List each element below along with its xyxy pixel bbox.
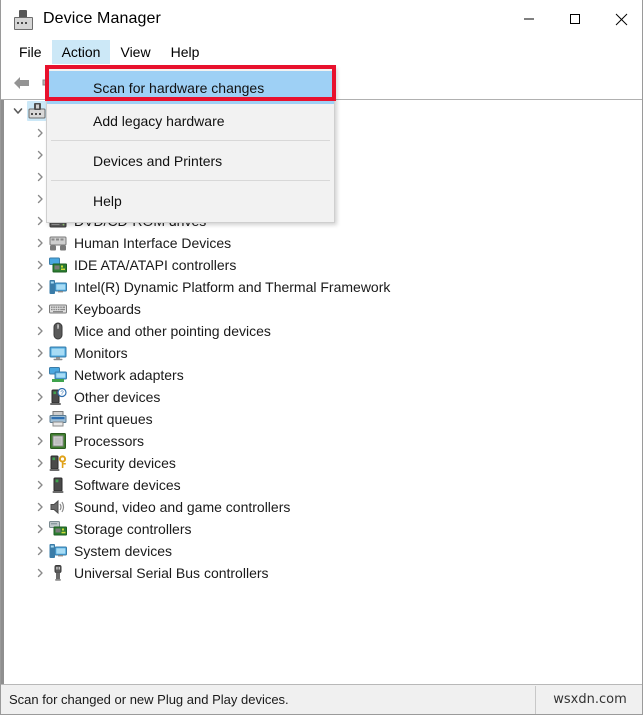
tree-row[interactable]: Security devices <box>1 452 642 474</box>
chevron-right-icon[interactable] <box>31 234 49 252</box>
minimize-button[interactable] <box>506 0 552 38</box>
tree-item-label: Software devices <box>74 477 181 493</box>
status-bar: Scan for changed or new Plug and Play de… <box>1 684 642 714</box>
root-icon-highlight <box>27 101 47 121</box>
tree-row[interactable]: Keyboards <box>1 298 642 320</box>
panel-left-edge <box>1 100 4 684</box>
chevron-down-icon[interactable] <box>9 102 27 120</box>
tree-row[interactable]: Intel(R) Dynamic Platform and Thermal Fr… <box>1 276 642 298</box>
tree-item-label: Sound, video and game controllers <box>74 499 291 515</box>
tree-row[interactable]: Software devices <box>1 474 642 496</box>
chevron-right-icon[interactable] <box>31 564 49 582</box>
mouse-icon <box>49 322 67 340</box>
chevron-right-icon[interactable] <box>31 432 49 450</box>
back-arrow-icon[interactable] <box>9 70 35 96</box>
menu-file[interactable]: File <box>9 40 52 64</box>
tree-item-label: Network adapters <box>74 367 184 383</box>
watermark: wsxdn.com <box>553 692 627 707</box>
menu-item-scan-for-hardware-changes[interactable]: Scan for hardware changes <box>47 71 334 104</box>
chevron-right-icon[interactable] <box>31 388 49 406</box>
tree-item-label: Universal Serial Bus controllers <box>74 565 269 581</box>
tree-item-label: Print queues <box>74 411 153 427</box>
tree-row[interactable]: Mice and other pointing devices <box>1 320 642 342</box>
title-bar: Device Manager <box>1 0 642 38</box>
tree-row[interactable]: Universal Serial Bus controllers <box>1 562 642 584</box>
tree-row[interactable]: ? Other devices <box>1 386 642 408</box>
tree-item-label: Security devices <box>74 455 176 471</box>
menu-separator <box>51 140 330 141</box>
menu-action[interactable]: Action <box>51 40 111 64</box>
chevron-right-icon[interactable] <box>31 256 49 274</box>
security-device-icon <box>49 454 67 472</box>
processor-icon <box>49 432 67 450</box>
computer-root-icon <box>28 102 46 120</box>
tree-row[interactable]: System devices <box>1 540 642 562</box>
tree-item-label: Other devices <box>74 389 161 405</box>
tree-item-label: Intel(R) Dynamic Platform and Thermal Fr… <box>74 279 391 295</box>
tree-row[interactable]: Processors <box>1 430 642 452</box>
close-button[interactable] <box>598 0 642 38</box>
tree-item-label: Keyboards <box>74 301 141 317</box>
menu-separator <box>51 180 330 181</box>
tree-item-label: System devices <box>74 543 173 559</box>
tree-row[interactable]: IDE ATA/ATAPI controllers <box>1 254 642 276</box>
chevron-right-icon[interactable] <box>31 542 49 560</box>
device-manager-icon <box>13 9 33 30</box>
hid-icon <box>49 234 67 252</box>
chevron-right-icon[interactable] <box>31 366 49 384</box>
other-device-icon: ? <box>49 388 67 406</box>
menu-help[interactable]: Help <box>161 40 210 64</box>
tree-row[interactable]: Sound, video and game controllers <box>1 496 642 518</box>
storage-controller-icon <box>49 520 67 538</box>
menu-view[interactable]: View <box>110 40 160 64</box>
software-device-icon <box>49 476 67 494</box>
system-device-icon <box>49 278 67 296</box>
tree-item-label: Processors <box>74 433 145 449</box>
chevron-right-icon[interactable] <box>31 520 49 538</box>
keyboard-icon <box>49 300 67 318</box>
tree-item-label: IDE ATA/ATAPI controllers <box>74 257 237 273</box>
menu-item-help[interactable]: Help <box>47 184 334 217</box>
usb-icon <box>49 564 67 582</box>
tree-item-label: Mice and other pointing devices <box>74 323 271 339</box>
chevron-right-icon[interactable] <box>31 476 49 494</box>
tree-row[interactable]: Print queues <box>1 408 642 430</box>
chevron-right-icon[interactable] <box>31 278 49 296</box>
chevron-right-icon[interactable] <box>31 344 49 362</box>
window-controls <box>506 0 642 38</box>
tree-item-label: Human Interface Devices <box>74 235 232 251</box>
tree-row[interactable]: Monitors <box>1 342 642 364</box>
window-title: Device Manager <box>43 10 161 27</box>
menu-item-add-legacy-hardware[interactable]: Add legacy hardware <box>47 104 334 137</box>
device-manager-window: Device Manager File Action View Help Hum… <box>0 0 643 715</box>
printer-icon <box>49 410 67 428</box>
menu-bar: File Action View Help <box>1 38 642 66</box>
status-message: Scan for changed or new Plug and Play de… <box>9 692 289 707</box>
tree-item-label: Storage controllers <box>74 521 192 537</box>
maximize-button[interactable] <box>552 0 598 38</box>
chevron-right-icon[interactable] <box>31 410 49 428</box>
chevron-right-icon[interactable] <box>31 300 49 318</box>
tree-row[interactable]: Storage controllers <box>1 518 642 540</box>
menu-item-devices-and-printers[interactable]: Devices and Printers <box>47 144 334 177</box>
ide-controller-icon <box>49 256 67 274</box>
tree-row[interactable]: Human Interface Devices <box>1 232 642 254</box>
speaker-icon <box>49 498 67 516</box>
chevron-right-icon[interactable] <box>31 454 49 472</box>
chevron-right-icon[interactable] <box>31 322 49 340</box>
network-adapter-icon <box>49 366 67 384</box>
system-device-icon <box>49 542 67 560</box>
monitor-icon <box>49 344 67 362</box>
tree-item-label: Monitors <box>74 345 128 361</box>
tree-row[interactable]: Network adapters <box>1 364 642 386</box>
chevron-right-icon[interactable] <box>31 498 49 516</box>
action-dropdown-menu[interactable]: Scan for hardware changes Add legacy har… <box>46 66 335 223</box>
